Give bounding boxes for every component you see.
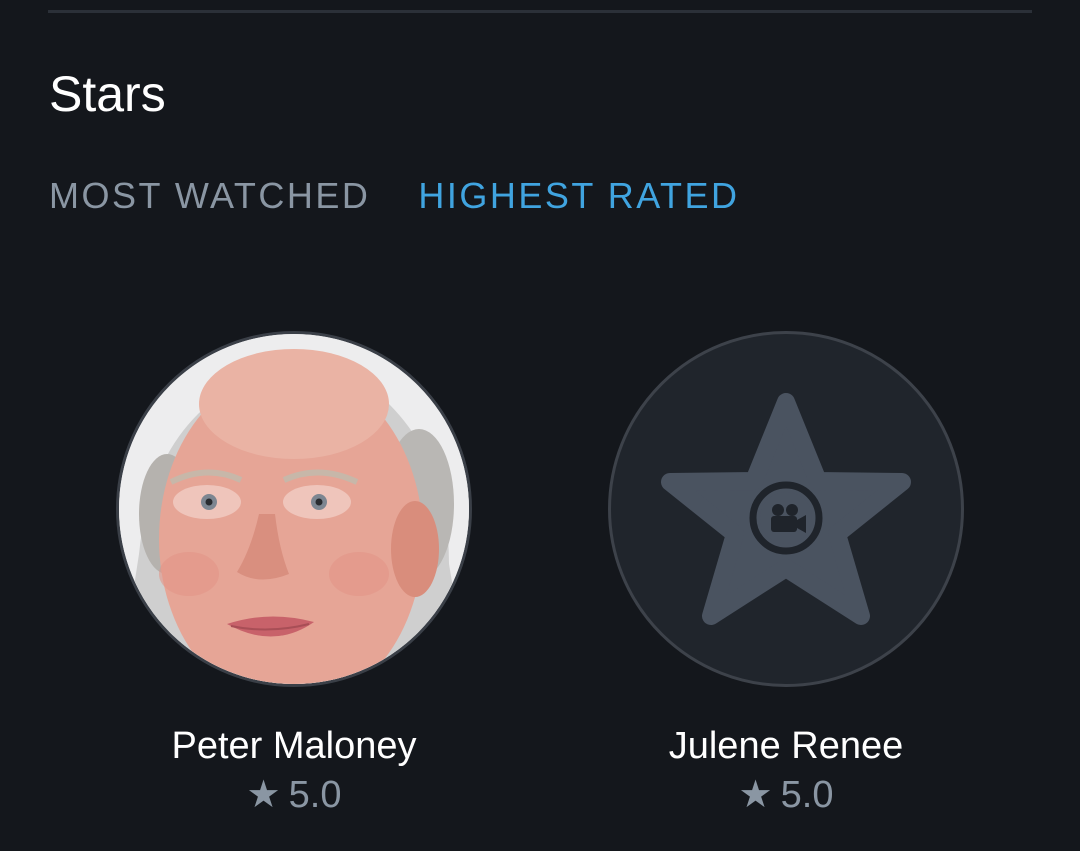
star-name[interactable]: Peter Maloney: [114, 723, 474, 769]
person-photo: [119, 334, 469, 684]
rating-value: 5.0: [288, 774, 342, 816]
star-name[interactable]: Julene Renee: [606, 723, 966, 769]
rating-value: 5.0: [780, 774, 834, 816]
rating-star-icon: ★: [738, 774, 773, 816]
tab-highest-rated[interactable]: HIGHEST RATED: [418, 174, 739, 218]
star-placeholder-icon: [661, 393, 911, 625]
avatar[interactable]: [608, 331, 964, 687]
star-card[interactable]: Peter Maloney ★ 5.0: [114, 331, 474, 817]
avatar[interactable]: [116, 331, 472, 687]
tab-most-watched[interactable]: MOST WATCHED: [49, 174, 370, 218]
divider: [48, 10, 1032, 13]
tab-bar: MOST WATCHED HIGHEST RATED: [49, 174, 740, 218]
rating-star-icon: ★: [246, 774, 281, 816]
star-rating: ★ 5.0: [114, 773, 474, 817]
star-rating: ★ 5.0: [606, 773, 966, 817]
section-title: Stars: [49, 66, 166, 122]
stars-section: Stars MOST WATCHED HIGHEST RATED Peter M…: [0, 0, 1080, 851]
star-card[interactable]: Julene Renee ★ 5.0: [606, 331, 966, 817]
